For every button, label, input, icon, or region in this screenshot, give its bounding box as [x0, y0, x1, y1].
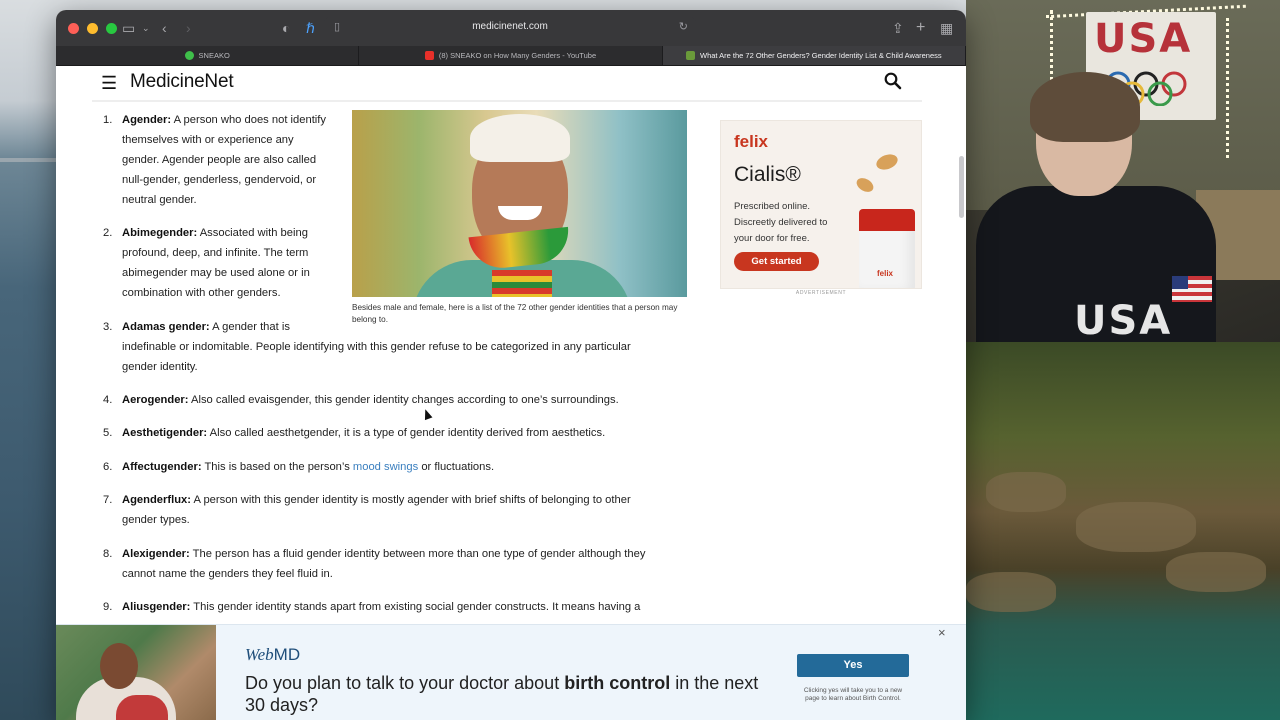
item-term: Aliusgender:: [122, 601, 191, 613]
menu-icon[interactable]: ☰: [101, 73, 117, 93]
ad-brand: felix: [734, 132, 769, 151]
back-icon[interactable]: ‹: [162, 19, 167, 37]
item-text: Also called aesthetgender, it is a type …: [209, 427, 606, 439]
close-window-button[interactable]: [68, 23, 79, 34]
ad-label: ADVERTISEMENT: [795, 290, 847, 296]
webmd-logo: WebMD: [245, 645, 301, 664]
item-text: gender types.: [122, 514, 190, 526]
title-bar: ▭ ⌄ ‹ › ◐ ℏ ▯ medicinenet.com ↻ ⇪ + ▦: [56, 10, 966, 46]
webcam-feed: USA USA: [966, 0, 1280, 342]
bottle-cap: [859, 209, 915, 231]
ad-copy: Prescribed online. Discreetly delivered …: [734, 201, 828, 244]
item-text: or fluctuations.: [421, 461, 495, 473]
item-text: This gender identity stands apart from e…: [193, 601, 641, 613]
webmd-survey-banner: WebMD Do you plan to talk to your doctor…: [56, 624, 966, 720]
tab-label: What Are the 72 Other Genders? Gender Id…: [699, 51, 942, 60]
item-text: The person has a fluid gender identity b…: [192, 548, 646, 560]
tab-youtube[interactable]: (8) SNEAKO on How Many Genders - YouTube: [359, 46, 663, 65]
tab-overview-icon[interactable]: ▦: [940, 19, 953, 37]
browser-window: ▭ ⌄ ‹ › ◐ ℏ ▯ medicinenet.com ↻ ⇪ + ▦ SN…: [56, 10, 966, 720]
pill-icon: [854, 175, 876, 195]
item-text: abimegender may be used alone or in: [122, 267, 310, 279]
item-text: themselves with or experience any: [122, 134, 294, 146]
yes-button[interactable]: Yes: [797, 654, 909, 677]
medicinenet-icon: [685, 51, 695, 60]
item-term: Adamas gender:: [122, 321, 210, 333]
sidebar-icon[interactable]: ▭: [122, 19, 135, 37]
minimize-window-button[interactable]: [87, 23, 98, 34]
item-term: Agender:: [122, 114, 172, 126]
item-number: 6.: [103, 461, 113, 473]
item-number: 2.: [103, 227, 113, 239]
youtube-icon: [424, 51, 434, 60]
tab-bar: SNEAKO (8) SNEAKO on How Many Genders - …: [56, 46, 966, 66]
address-bar[interactable]: ▯ medicinenet.com ↻: [324, 17, 696, 39]
item-term: Aerogender:: [122, 394, 189, 406]
item-term: Abimegender:: [122, 227, 198, 239]
tab-label: (8) SNEAKO on How Many Genders - YouTube: [438, 51, 597, 60]
item-text: gender identity.: [122, 361, 198, 373]
shield-icon[interactable]: ◐: [282, 19, 290, 37]
yes-note: Clicking yes will take you to a new page…: [803, 687, 903, 702]
bottle-label: felix: [877, 269, 894, 278]
item-number: 4.: [103, 394, 113, 406]
tab-sneako[interactable]: SNEAKO: [56, 46, 360, 65]
item-text: A person who does not identify: [173, 114, 326, 126]
item-text: This is based on the person’s: [204, 461, 350, 473]
chevron-down-icon[interactable]: ⌄: [142, 19, 150, 37]
new-tab-icon[interactable]: +: [916, 19, 925, 37]
forward-icon[interactable]: ›: [186, 19, 191, 37]
site-logo[interactable]: MedicineNet: [130, 71, 234, 93]
close-icon[interactable]: ×: [938, 625, 946, 640]
item-text: indefinable or indomitable. People ident…: [122, 341, 631, 353]
image-caption: Besides male and female, here is a list …: [352, 303, 678, 324]
item-text: Associated with being: [199, 227, 308, 239]
ad-product: Cialis®: [734, 163, 801, 186]
site-header: ☰ MedicineNet: [92, 66, 922, 102]
item-number: 3.: [103, 321, 113, 333]
item-text: A gender that is: [212, 321, 290, 333]
item-term: Affectugender:: [122, 461, 202, 473]
item-text: null-gender, genderless, gendervoid, or: [122, 174, 317, 186]
search-icon[interactable]: [884, 72, 902, 90]
share-icon[interactable]: ⇪: [892, 19, 904, 37]
item-number: 1.: [103, 114, 113, 126]
item-term: Aesthetigender:: [122, 427, 208, 439]
item-text: cannot name the genders they feel fluid …: [122, 568, 333, 580]
tab-medicinenet[interactable]: What Are the 72 Other Genders? Gender Id…: [662, 46, 966, 65]
article-hero-image: [352, 110, 687, 297]
zoom-window-button[interactable]: [106, 23, 117, 34]
item-text: gender. Agender people are also called: [122, 154, 317, 166]
get-started-button[interactable]: Get started: [734, 252, 819, 271]
felix-ad[interactable]: felix Cialis® Prescribed online. Discree…: [720, 120, 922, 289]
mood-swings-link[interactable]: mood swings: [353, 461, 418, 473]
item-number: 7.: [103, 494, 113, 506]
item-term: Agenderflux:: [122, 494, 191, 506]
survey-question: Do you plan to talk to your doctor about…: [245, 673, 759, 715]
item-text: profound, deep, and infinite. The term: [122, 247, 309, 259]
web-page: ☰ MedicineNet 1. Agender: A person who d…: [56, 66, 966, 720]
streamer: USA: [976, 72, 1216, 342]
extension-icon[interactable]: ℏ: [306, 19, 315, 37]
item-text: Also called evaisgender, this gender ide…: [191, 394, 619, 406]
scrollbar[interactable]: [959, 156, 964, 218]
item-number: 9.: [103, 601, 113, 613]
banner-photo: [56, 625, 216, 720]
item-text: A person with this gender identity is mo…: [193, 494, 631, 506]
item-number: 5.: [103, 427, 113, 439]
url-text: medicinenet.com: [472, 21, 548, 32]
window-controls: [68, 23, 117, 34]
tab-label: SNEAKO: [198, 51, 230, 60]
green-circle-icon: [184, 51, 194, 60]
reload-icon[interactable]: ↻: [679, 20, 688, 33]
item-term: Alexigender:: [122, 548, 190, 560]
item-text: combination with other genders.: [122, 287, 281, 299]
landscape-video: [966, 342, 1280, 720]
item-text: neutral gender.: [122, 194, 197, 206]
pill-icon: [874, 151, 900, 173]
item-number: 8.: [103, 548, 113, 560]
